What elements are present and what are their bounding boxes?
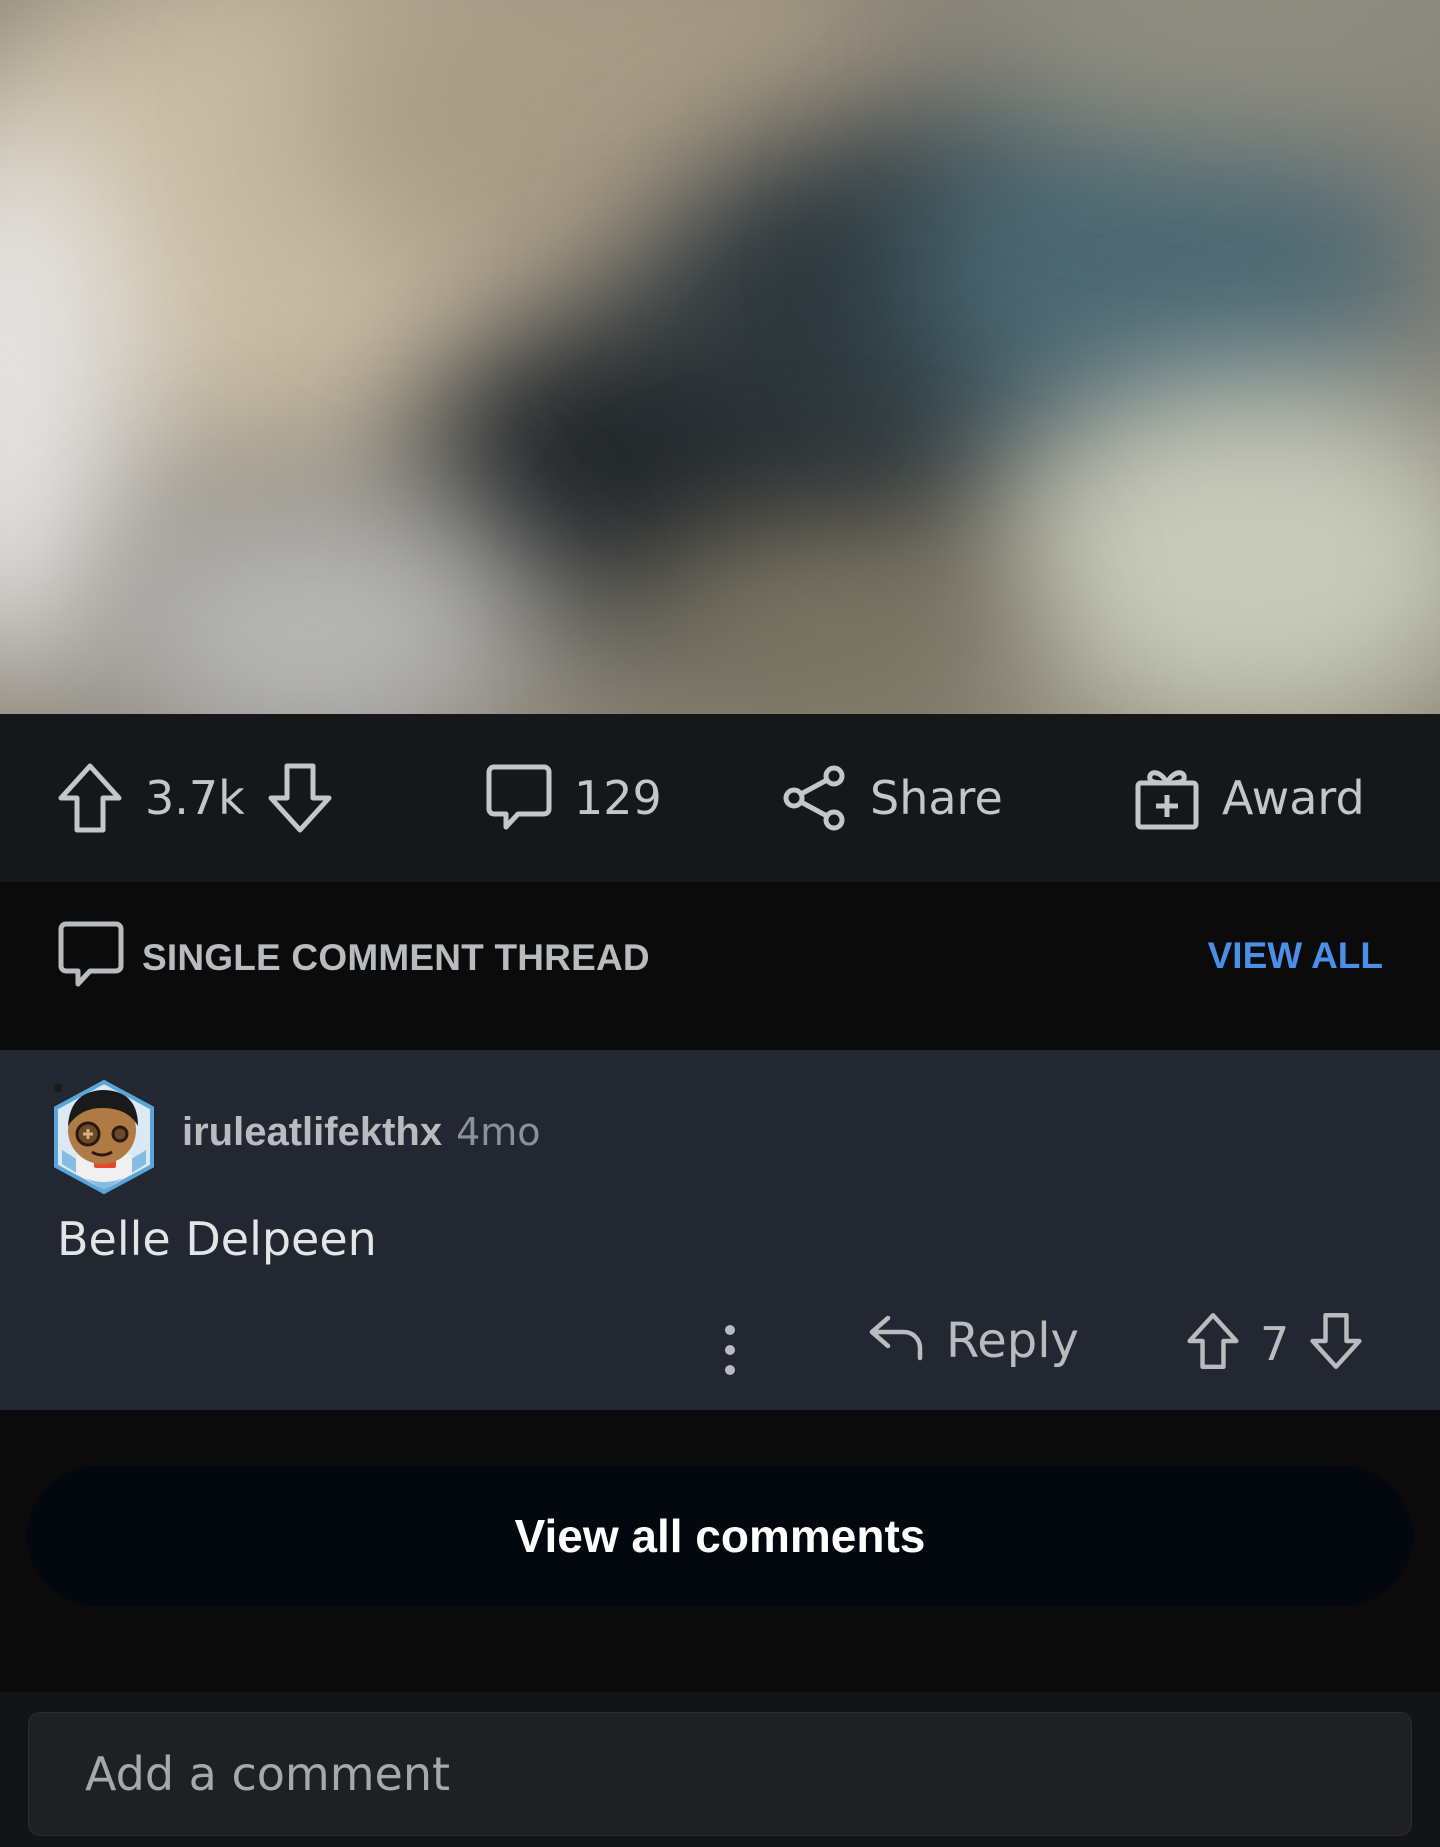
add-comment-input[interactable]: [28, 1712, 1412, 1836]
comment-bubble-icon: [58, 920, 124, 995]
arrow-up-icon[interactable]: [57, 762, 123, 834]
view-all-comments-button[interactable]: View all comments: [27, 1466, 1413, 1606]
arrow-down-icon[interactable]: [267, 762, 333, 834]
reply-button[interactable]: Reply: [868, 1312, 1079, 1369]
comment-score: 7: [1260, 1316, 1290, 1371]
post-score: 3.7k: [145, 771, 245, 825]
reply-label: Reply: [946, 1312, 1079, 1369]
avatar[interactable]: [48, 1078, 160, 1196]
comment-author[interactable]: iruleatlifekthx: [182, 1110, 442, 1155]
post-media-image[interactable]: [0, 0, 1440, 714]
comment-count: 129: [574, 771, 662, 825]
comment-body: Belle Delpeen: [57, 1212, 377, 1266]
award-button[interactable]: Award: [1134, 714, 1365, 882]
comment-vote-group: 7: [1186, 1312, 1363, 1375]
comment-card: iruleatlifekthx 4mo Belle Delpeen Reply …: [0, 1050, 1440, 1410]
comment-composer: [0, 1692, 1440, 1847]
gift-icon: [1134, 765, 1200, 831]
thread-title: SINGLE COMMENT THREAD: [142, 936, 650, 978]
reply-arrow-icon: [868, 1312, 924, 1369]
share-icon: [782, 765, 848, 831]
view-all-link[interactable]: VIEW ALL: [1208, 935, 1383, 977]
post-action-bar: 3.7k 129 Share Award: [0, 714, 1440, 882]
single-thread-header: SINGLE COMMENT THREAD VIEW ALL: [0, 882, 1440, 1050]
arrow-up-icon[interactable]: [1186, 1312, 1240, 1375]
vote-group: 3.7k: [57, 714, 333, 882]
comment-bubble-icon: [486, 763, 552, 833]
view-all-comments-section: View all comments: [0, 1410, 1440, 1692]
share-label: Share: [870, 771, 1003, 825]
thread-title-group: SINGLE COMMENT THREAD: [58, 920, 650, 995]
arrow-down-icon[interactable]: [1309, 1312, 1363, 1375]
award-label: Award: [1222, 771, 1365, 825]
comments-button[interactable]: 129: [486, 714, 662, 882]
more-options-icon[interactable]: [712, 1320, 748, 1380]
comment-meta: iruleatlifekthx 4mo: [182, 1110, 541, 1155]
comment-age: 4mo: [456, 1110, 541, 1154]
share-button[interactable]: Share: [782, 714, 1003, 882]
